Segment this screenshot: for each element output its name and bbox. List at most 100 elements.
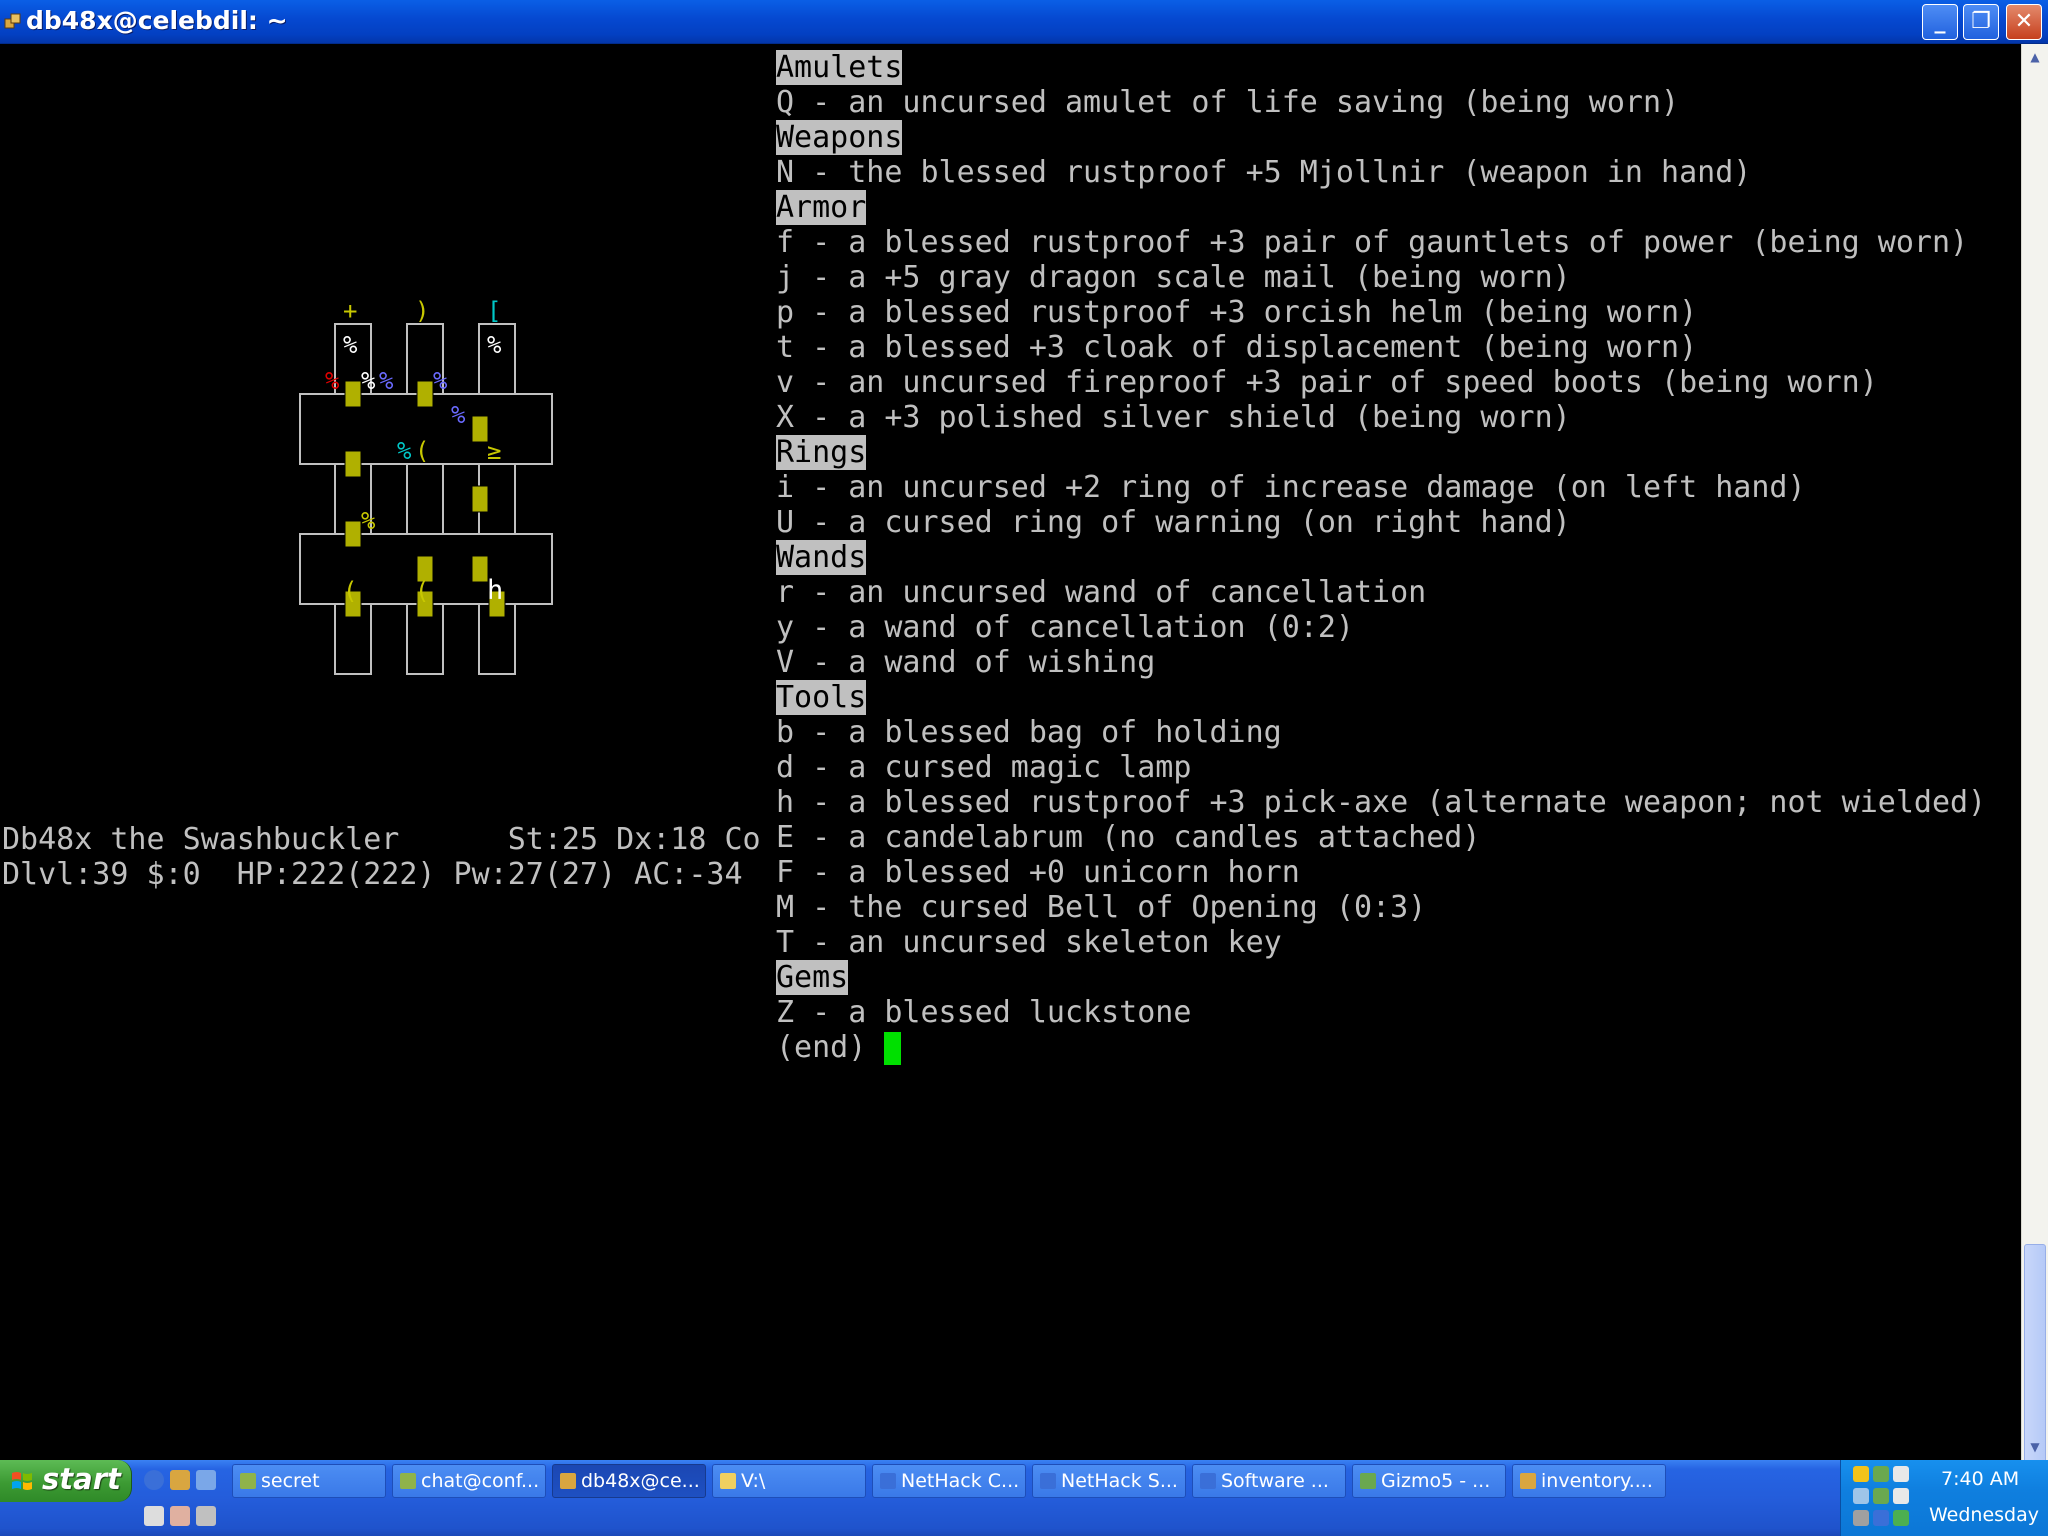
maximize-button[interactable]: ❐: [1963, 4, 1999, 40]
inventory-item: v - an uncursed fireproof +3 pair of spe…: [776, 365, 1878, 400]
scroll-down-arrow-icon[interactable]: ▼: [2024, 1436, 2046, 1458]
app-icon: [1360, 1473, 1376, 1489]
inventory-item: V - a wand of wishing: [776, 645, 1155, 680]
item-text: U - a cursed ring of warning (on right h…: [776, 505, 1571, 540]
app-icon: [1040, 1473, 1056, 1489]
item-text: r - an uncursed wand of cancellation: [776, 575, 1427, 610]
inventory-category-header: Tools: [776, 680, 867, 715]
status-tray-icon[interactable]: [1873, 1488, 1889, 1504]
food-glyph: %: [379, 367, 394, 395]
inventory-item: h - a blessed rustproof +3 pick-axe (alt…: [776, 785, 1986, 820]
putty-icon: [4, 13, 21, 29]
menu-end-line: (end): [776, 1030, 902, 1065]
category-label: Tools: [776, 680, 867, 715]
text-cursor: [884, 1032, 902, 1065]
item-text: h - a blessed rustproof +3 pick-axe (alt…: [776, 785, 1987, 820]
title-bar[interactable]: db48x@celebdil: ~ _ ❐ ✕: [0, 0, 2048, 44]
taskbar-button[interactable]: db48x@ce...: [552, 1464, 706, 1498]
category-label: Amulets: [776, 50, 903, 85]
inventory-category-header: Weapons: [776, 120, 903, 155]
taskbar: start secret chat@conf... db48x@ce... V:\ Ne…: [0, 1460, 2048, 1536]
camera-quicklaunch-icon[interactable]: [144, 1506, 164, 1526]
taskbar-button[interactable]: inventory....: [1512, 1464, 1666, 1498]
clock-time[interactable]: 7:40 AM: [1941, 1468, 2019, 1490]
inventory-category-header: Armor: [776, 190, 867, 225]
window-title: db48x@celebdil: ~: [26, 6, 288, 35]
inventory-item: T - an uncursed skeleton key: [776, 925, 1282, 960]
taskbar-button-label: inventory....: [1541, 1470, 1653, 1492]
gizmo-tray-icon[interactable]: [1873, 1466, 1889, 1482]
app-icon: [240, 1473, 256, 1489]
item-text: i - an uncursed +2 ring of increase dama…: [776, 470, 1806, 505]
graph-quicklaunch-icon[interactable]: [196, 1470, 216, 1490]
connection-tray-icon[interactable]: [1853, 1488, 1869, 1504]
taskbar-button[interactable]: chat@conf...: [392, 1464, 546, 1498]
app-icon: [1200, 1473, 1216, 1489]
item-text: j - a +5 gray dragon scale mail (being w…: [776, 260, 1571, 295]
taskbar-button[interactable]: NetHack C...: [872, 1464, 1026, 1498]
inventory-category-header: Gems: [776, 960, 849, 995]
taskbar-button-label: db48x@ce...: [581, 1470, 700, 1492]
clock-day[interactable]: Wednesday: [1929, 1504, 2039, 1526]
app-icon: [400, 1473, 416, 1489]
monitor-tray-icon[interactable]: [1893, 1488, 1909, 1504]
category-label: Wands: [776, 540, 867, 575]
putty-quicklaunch-icon[interactable]: [170, 1470, 190, 1490]
shield-tray-icon[interactable]: [1853, 1466, 1869, 1482]
close-button[interactable]: ✕: [2006, 4, 2042, 40]
food-glyph: %: [361, 507, 376, 535]
inventory-item: d - a cursed magic lamp: [776, 750, 1191, 785]
inventory-category-header: Rings: [776, 435, 867, 470]
item-text: p - a blessed rustproof +3 orcish helm (…: [776, 295, 1698, 330]
inventory-category-header: Amulets: [776, 50, 903, 85]
inventory-item: U - a cursed ring of warning (on right h…: [776, 505, 1571, 540]
taskbar-button-label: V:\: [741, 1470, 766, 1492]
taskbar-button[interactable]: V:\: [712, 1464, 866, 1498]
category-label: Gems: [776, 960, 849, 995]
taskbar-button-label: Software ...: [1221, 1470, 1329, 1492]
taskbar-button[interactable]: secret: [232, 1464, 386, 1498]
food-glyph: %: [361, 367, 376, 395]
item-text: T - an uncursed skeleton key: [776, 925, 1282, 960]
item-text: M - the cursed Bell of Opening (0:3): [776, 890, 1427, 925]
item-text: V - a wand of wishing: [776, 645, 1156, 680]
armor-glyph: [: [487, 297, 502, 325]
inventory-item: i - an uncursed +2 ring of increase dama…: [776, 470, 1806, 505]
minimize-button[interactable]: _: [1922, 4, 1958, 40]
taskbar-button[interactable]: NetHack S...: [1032, 1464, 1186, 1498]
terminal-area[interactable]: + ) [ % % % % % % % % ( ≥ % ( ( h Amulet…: [0, 44, 2021, 1460]
vertical-scrollbar[interactable]: ▲ ▼: [2021, 44, 2048, 1472]
food-glyph: %: [397, 437, 412, 465]
device-tray-icon[interactable]: [1893, 1510, 1909, 1526]
network-tray-icon[interactable]: [1893, 1466, 1909, 1482]
scroll-up-arrow-icon[interactable]: ▲: [2024, 46, 2046, 68]
inventory-item: r - an uncursed wand of cancellation: [776, 575, 1426, 610]
app-icon: [880, 1473, 896, 1489]
tool-glyph: (: [343, 577, 358, 605]
start-button[interactable]: start: [0, 1460, 132, 1502]
inventory-item: p - a blessed rustproof +3 orcish helm (…: [776, 295, 1697, 330]
inventory-item: E - a candelabrum (no candles attached): [776, 820, 1480, 855]
windows-logo-icon: [12, 1472, 32, 1490]
ie-quicklaunch-icon[interactable]: [144, 1470, 164, 1490]
food-glyph: %: [451, 401, 466, 429]
taskbar-button-label: NetHack S...: [1061, 1470, 1178, 1492]
food-glyph: %: [325, 367, 340, 395]
item-text: d - a cursed magic lamp: [776, 750, 1192, 785]
start-label: start: [42, 1462, 121, 1496]
door-marker: [471, 485, 489, 513]
taskbar-button-label: NetHack C...: [901, 1470, 1020, 1492]
door-marker: [344, 520, 362, 548]
volume-tray-icon[interactable]: [1853, 1510, 1869, 1526]
tool-glyph: (: [415, 437, 430, 465]
item-text: y - a wand of cancellation (0:2): [776, 610, 1354, 645]
door-marker: [344, 450, 362, 478]
taskbar-button[interactable]: Gizmo5 - ...: [1352, 1464, 1506, 1498]
taskbar-button-label: chat@conf...: [421, 1470, 540, 1492]
update-tray-icon[interactable]: [1873, 1510, 1889, 1526]
taskbar-button[interactable]: Software ...: [1192, 1464, 1346, 1498]
media-quicklaunch-icon[interactable]: [170, 1506, 190, 1526]
door-marker: [471, 555, 489, 583]
tool-quicklaunch-icon[interactable]: [196, 1506, 216, 1526]
door-marker: [416, 380, 434, 408]
